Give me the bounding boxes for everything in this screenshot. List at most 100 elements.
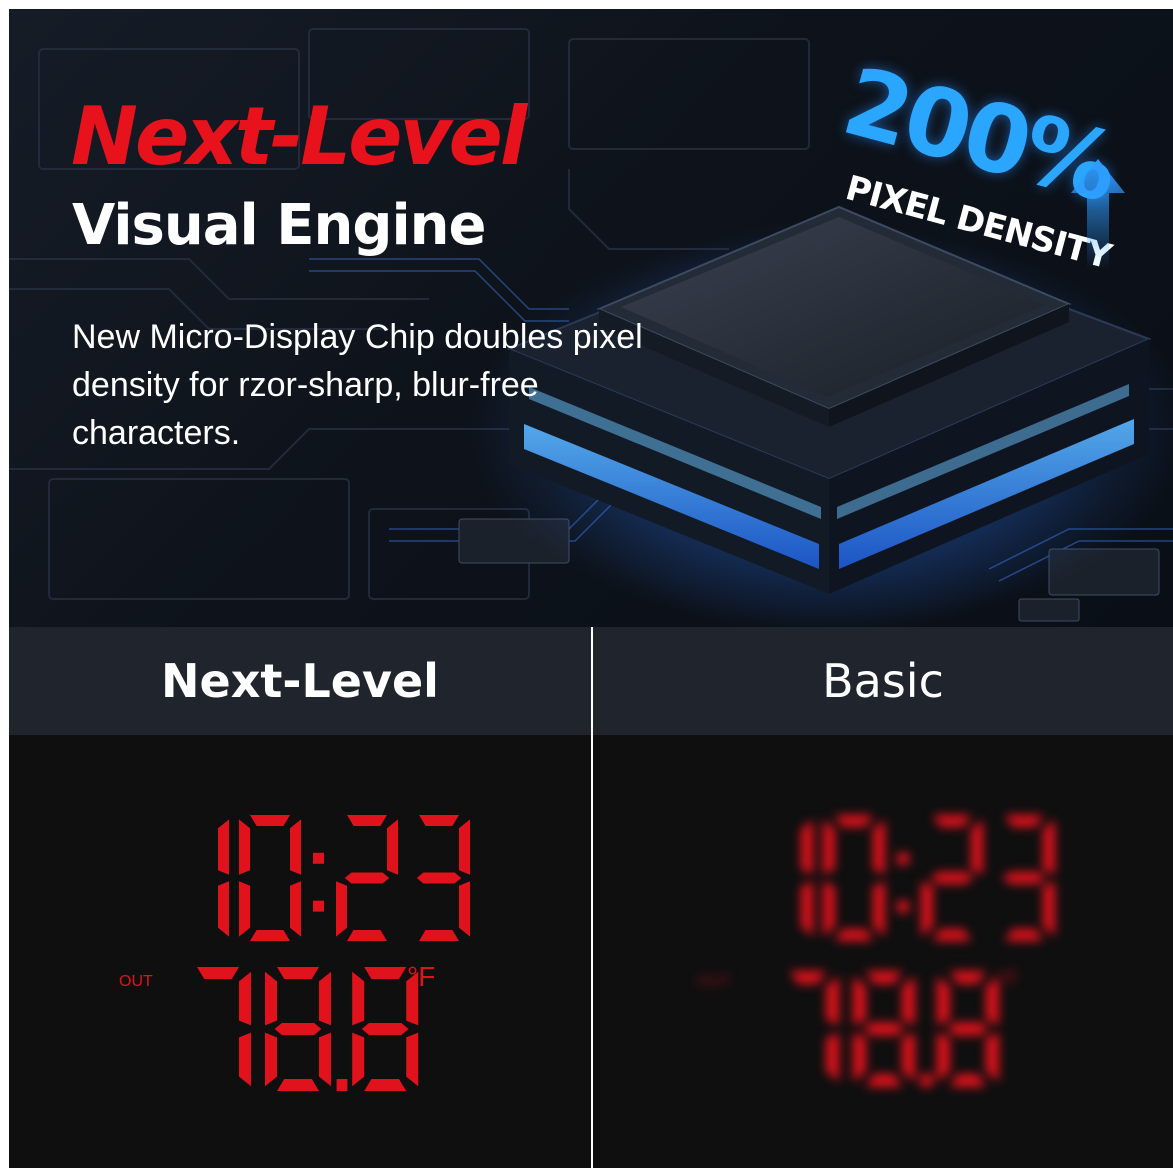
segment-d — [250, 930, 290, 941]
out-indicator: OUT — [119, 973, 153, 990]
segment-a — [250, 815, 290, 826]
decimal-point — [920, 1074, 933, 1087]
digit-2 — [921, 815, 983, 941]
segment-d — [347, 930, 387, 941]
segment-e — [823, 881, 835, 937]
segment-b — [459, 819, 470, 875]
segment-b — [902, 976, 915, 1026]
time-digits — [218, 815, 470, 941]
headline: Next-Level — [71, 90, 527, 183]
segment-f — [853, 976, 866, 1026]
segment-d — [277, 1079, 319, 1091]
panel-title: Basic — [593, 627, 1173, 735]
time-digits — [801, 815, 1055, 941]
segment-g — [863, 1022, 905, 1036]
up-arrow-icon — [1071, 159, 1125, 269]
segment-c — [290, 881, 301, 937]
segment-g — [1002, 872, 1046, 884]
digit-8 — [853, 971, 915, 1087]
segment-a — [277, 967, 319, 979]
description: New Micro-Display Chip doubles pixel den… — [72, 318, 643, 452]
segment-c — [873, 881, 885, 937]
segment-c — [902, 1032, 915, 1082]
segment-b — [218, 819, 229, 875]
segment-a — [790, 971, 826, 984]
digit-1 — [801, 819, 813, 937]
temperature-digits — [790, 971, 999, 1087]
segment-a — [197, 967, 239, 979]
segment-g — [274, 1023, 322, 1035]
segment-a — [866, 971, 902, 984]
segment-b — [873, 819, 885, 875]
segment-c — [406, 1032, 419, 1087]
segment-f — [239, 819, 250, 875]
segment-d — [835, 929, 873, 941]
segment-a — [364, 967, 407, 979]
subheadline: Visual Engine — [72, 193, 486, 258]
segment-b — [985, 976, 999, 1026]
segment-d — [419, 930, 459, 941]
next-level-panel: Next-Level OUT °F — [9, 627, 591, 1168]
segment-c — [985, 1032, 999, 1082]
segment-b — [1043, 819, 1055, 875]
product-banner: Next-Level Visual Engine New Micro-Displ… — [9, 9, 1173, 1168]
digit-1 — [218, 819, 229, 937]
colon-dot — [897, 900, 909, 913]
unit-label: °F — [997, 966, 1019, 991]
digit-8 — [265, 967, 331, 1091]
segment-e — [336, 881, 347, 937]
colon-dot — [313, 852, 324, 864]
segment-e — [936, 1032, 950, 1082]
digit-7 — [197, 967, 251, 1087]
clock-display: OUT °F — [697, 815, 1055, 1087]
segment-e — [921, 881, 933, 937]
segment-g — [344, 872, 390, 884]
segment-c — [801, 881, 813, 937]
digit-8 — [352, 967, 419, 1091]
segment-d — [1005, 929, 1043, 941]
colon-dot — [313, 900, 324, 912]
segment-b — [971, 819, 983, 875]
segment-f — [936, 976, 950, 1026]
segment-a — [419, 815, 459, 826]
digit-8 — [936, 971, 999, 1087]
segment-g — [947, 1022, 989, 1036]
digit-7 — [790, 971, 839, 1082]
clock-display: OUT °F — [119, 815, 470, 1091]
digit-0 — [823, 815, 885, 941]
segment-b — [387, 819, 398, 875]
temperature-digits — [197, 967, 419, 1091]
segment-f — [265, 971, 277, 1026]
segment-g — [361, 1023, 409, 1035]
display-sharp: OUT °F — [9, 735, 591, 1168]
segment-a — [347, 815, 387, 826]
segment-b — [826, 976, 839, 1026]
segment-f — [823, 819, 835, 875]
digit-3 — [416, 815, 470, 941]
segment-d — [364, 1079, 407, 1091]
hero-section: Next-Level Visual Engine New Micro-Displ… — [9, 9, 1173, 627]
segment-a — [835, 815, 873, 827]
segment-c — [319, 1032, 331, 1087]
segment-a — [1005, 815, 1043, 827]
segment-b — [801, 819, 813, 875]
segment-c — [459, 881, 470, 937]
colon-dot — [897, 852, 909, 865]
decimal-point — [336, 1079, 348, 1091]
display-blurry: OUT °F — [593, 735, 1173, 1168]
segment-d — [933, 929, 971, 941]
panel-title: Next-Level — [9, 627, 591, 735]
segment-b — [319, 971, 331, 1026]
segment-a — [949, 971, 986, 984]
segment-a — [933, 815, 971, 827]
basic-panel: Basic OUT °F — [593, 627, 1173, 1168]
segment-c — [826, 1032, 839, 1082]
digit-3 — [1002, 815, 1055, 941]
segment-e — [352, 1032, 365, 1087]
out-indicator: OUT — [697, 973, 731, 990]
segment-g — [930, 872, 974, 884]
segment-d — [949, 1074, 986, 1087]
segment-f — [352, 971, 365, 1026]
digit-0 — [239, 815, 301, 941]
segment-b — [239, 971, 251, 1026]
